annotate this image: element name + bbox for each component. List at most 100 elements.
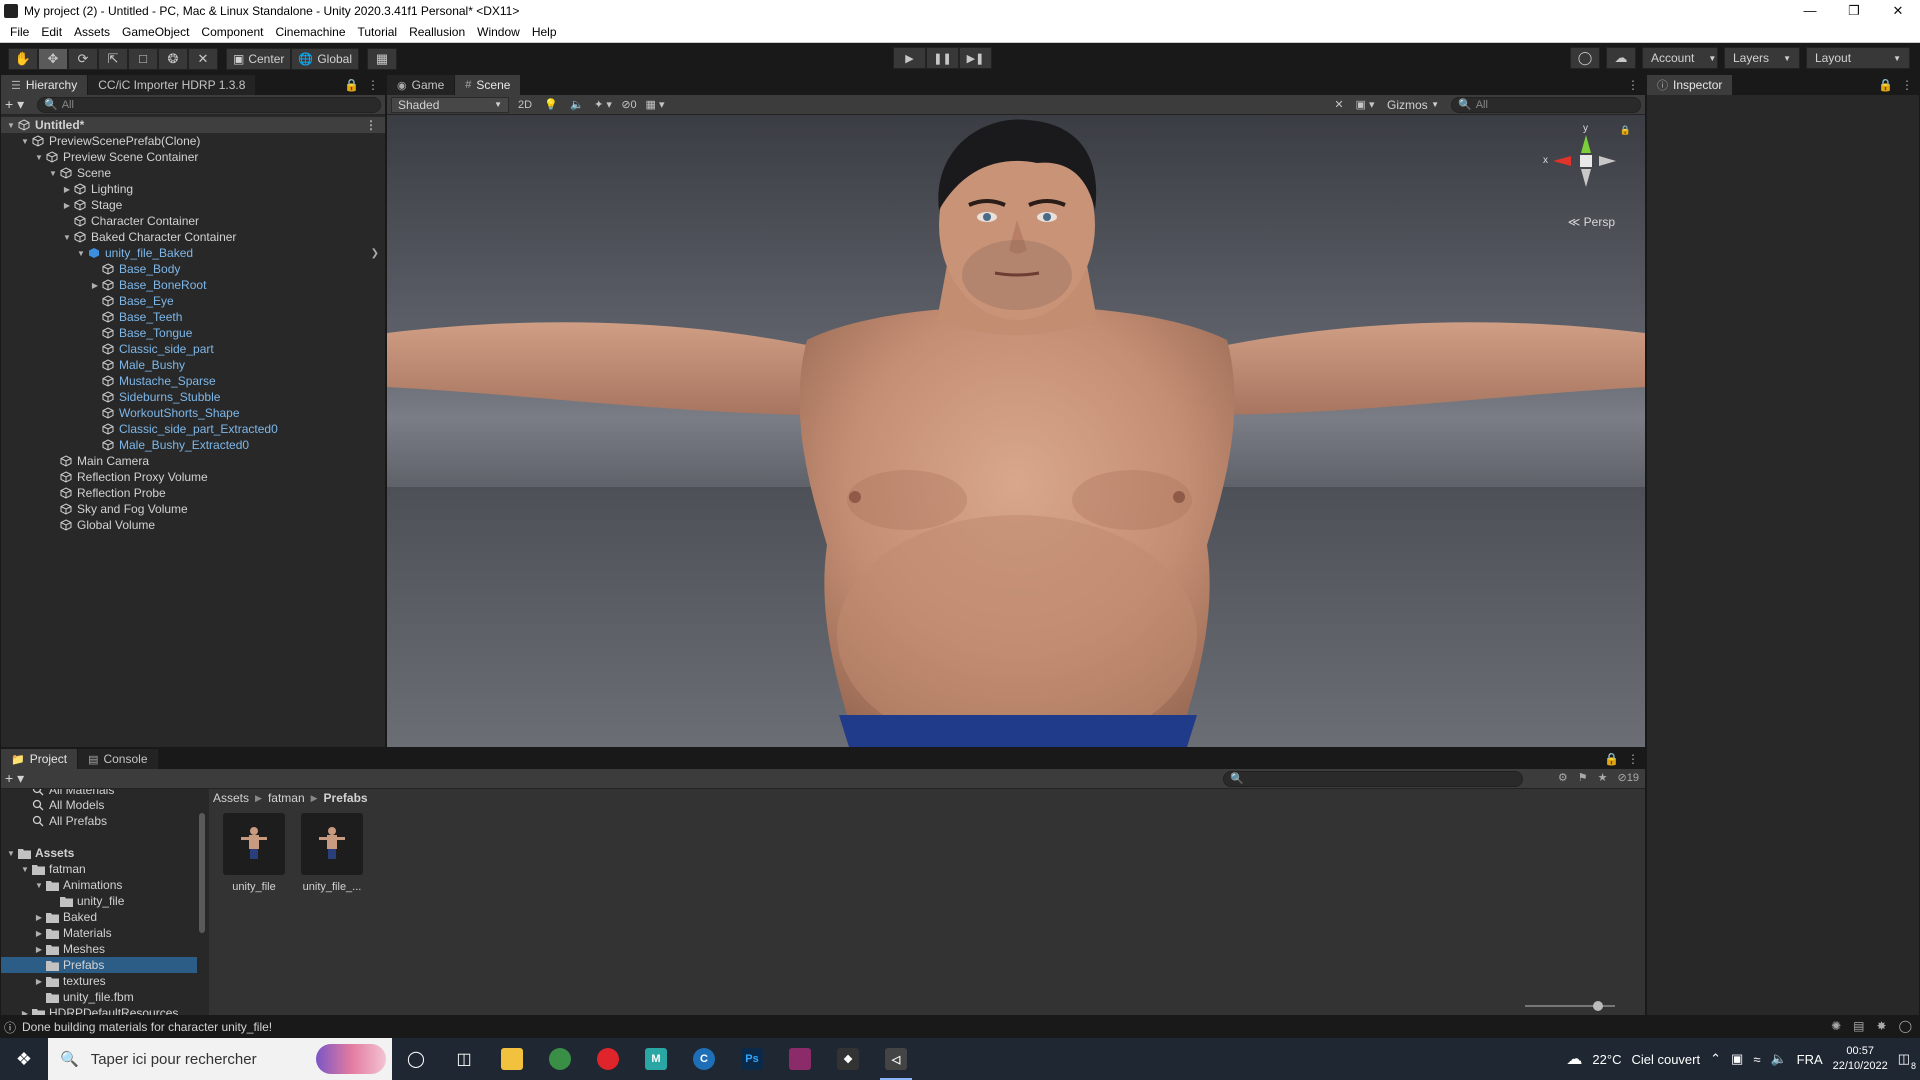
cloud-icon[interactable]: ☁ [1606, 47, 1636, 69]
chrome-icon[interactable] [536, 1038, 584, 1080]
maya-icon[interactable]: M [632, 1038, 680, 1080]
kebab-menu-icon[interactable]: ⋮ [1901, 78, 1913, 92]
hierarchy-row[interactable]: Reflection Proxy Volume [1, 469, 385, 485]
hierarchy-row[interactable]: ▼ Untitled* ⋮ [1, 117, 385, 133]
restore-button[interactable]: ❐ [1832, 0, 1876, 22]
transform-tool-icon[interactable]: ❂ [158, 47, 188, 70]
hierarchy-row[interactable]: Sky and Fog Volume [1, 501, 385, 517]
tab-project[interactable]: 📁 Project [1, 749, 79, 769]
menu-file[interactable]: File [4, 25, 35, 39]
scene-search-input[interactable]: 🔍 All [1451, 96, 1641, 113]
wifi-icon[interactable]: ≈ [1753, 1052, 1760, 1067]
hand-tool-icon[interactable]: ✋ [8, 47, 38, 70]
weather-icon[interactable]: ☁ [1566, 1049, 1582, 1069]
lock-icon[interactable]: 🔒 [1620, 125, 1631, 136]
opera-icon[interactable] [584, 1038, 632, 1080]
hierarchy-row[interactable]: ▶ Stage [1, 197, 385, 213]
kebab-menu-icon[interactable]: ⋮ [365, 118, 377, 132]
menu-help[interactable]: Help [526, 25, 563, 39]
menu-reallusion[interactable]: Reallusion [403, 25, 471, 39]
menu-gameobject[interactable]: GameObject [116, 25, 195, 39]
shading-mode-dropdown[interactable]: Shaded ▼ [391, 96, 509, 113]
rotate-tool-icon[interactable]: ⟳ [68, 47, 98, 70]
hierarchy-row[interactable]: Base_Tongue [1, 325, 385, 341]
chevron-down-icon[interactable]: ▼ [5, 121, 17, 130]
close-button[interactable]: ✕ [1876, 0, 1920, 22]
hierarchy-row[interactable]: ▼ PreviewScenePrefab(Clone) [1, 133, 385, 149]
rect-tool-icon[interactable]: □ [128, 47, 158, 70]
breadcrumb-prefabs[interactable]: Prefabs [324, 791, 368, 805]
unity-editor-icon[interactable]: ◁ [872, 1038, 920, 1080]
lighting-toggle-icon[interactable]: 💡 [541, 97, 561, 113]
tab-console[interactable]: ▤ Console [78, 749, 159, 769]
grid-snap-icon[interactable]: ▦ [367, 47, 398, 70]
windows-start-button[interactable]: ❖ [0, 1038, 48, 1080]
folder-item[interactable]: ▼ Assets [1, 845, 197, 861]
weather-temp[interactable]: 22°C [1592, 1052, 1621, 1067]
hierarchy-row[interactable]: ▼ Preview Scene Container [1, 149, 385, 165]
lock-icon[interactable]: 🔒 [1878, 78, 1893, 92]
hierarchy-row[interactable]: Main Camera [1, 453, 385, 469]
step-button[interactable]: ▶❚ [959, 47, 992, 69]
minimize-button[interactable]: — [1788, 0, 1832, 22]
folder-item[interactable]: unity_file [1, 893, 197, 909]
chevron-down-icon[interactable]: ▼ [19, 865, 31, 874]
auto-generate-icon[interactable]: ◯ [1899, 1019, 1912, 1033]
asset-item[interactable]: unity_file_... [301, 813, 363, 893]
chevron-right-icon[interactable]: ▶ [19, 1009, 31, 1016]
hierarchy-row[interactable]: Reflection Probe [1, 485, 385, 501]
asset-item[interactable]: unity_file [223, 813, 285, 893]
grid-toggle-icon[interactable]: ▦ ▾ [645, 97, 665, 113]
project-search-input[interactable]: 🔍 [1223, 771, 1523, 787]
chevron-right-icon[interactable]: ❯ [371, 248, 379, 259]
chevron-right-icon[interactable]: ▶ [33, 977, 45, 986]
orientation-gizmo[interactable]: y x 🔒 [1541, 123, 1631, 213]
hierarchy-row[interactable]: ▶ Base_BoneRoot [1, 277, 385, 293]
folder-item[interactable]: ▶ Baked [1, 909, 197, 925]
status-message[interactable]: Done building materials for character un… [22, 1020, 272, 1034]
menu-assets[interactable]: Assets [68, 25, 116, 39]
favorites-star-icon[interactable]: ★ [1598, 771, 1608, 784]
pause-button[interactable]: ❚❚ [926, 47, 959, 69]
search-by-label-icon[interactable]: ⚑ [1578, 771, 1588, 784]
hierarchy-row[interactable]: Character Container [1, 213, 385, 229]
chevron-right-icon[interactable]: ▶ [33, 913, 45, 922]
gizmos-dropdown[interactable]: Gizmos ▼ [1381, 97, 1445, 113]
lock-icon[interactable]: 🔒 [344, 78, 359, 92]
chevron-down-icon[interactable]: ▼ [75, 249, 87, 258]
menu-tutorial[interactable]: Tutorial [352, 25, 404, 39]
play-button[interactable]: ▶ [893, 47, 926, 69]
device-icon[interactable]: ▣ [1731, 1051, 1743, 1067]
tab-game[interactable]: ◉ Game [387, 75, 456, 95]
hierarchy-row[interactable]: Base_Teeth [1, 309, 385, 325]
file-explorer-icon[interactable] [488, 1038, 536, 1080]
chevron-right-icon[interactable]: ▶ [33, 945, 45, 954]
saved-search-item[interactable]: All Prefabs [1, 813, 197, 829]
kebab-menu-icon[interactable]: ⋮ [367, 78, 379, 92]
hierarchy-row[interactable]: Base_Eye [1, 293, 385, 309]
chevron-right-icon[interactable]: ▶ [61, 185, 73, 194]
scene-viewport[interactable]: y x 🔒 ≪ Persp [387, 115, 1645, 747]
language-indicator[interactable]: FRA [1797, 1052, 1823, 1067]
chevron-down-icon[interactable]: ▼ [33, 153, 45, 162]
taskbar-search-input[interactable]: 🔍 Taper ici pour rechercher [48, 1038, 392, 1080]
volume-icon[interactable]: 🔈 [1770, 1051, 1786, 1067]
thumbnail-size-slider[interactable] [1525, 1001, 1615, 1011]
hierarchy-row[interactable]: Classic_side_part [1, 341, 385, 357]
effects-toggle-icon[interactable]: ✦ ▾ [593, 97, 613, 113]
chevron-right-icon[interactable]: ▶ [33, 929, 45, 938]
collab-history-icon[interactable]: ◯ [1570, 47, 1600, 69]
layout-dropdown[interactable]: Layout ▼ [1806, 47, 1910, 69]
tools-icon[interactable]: ✕ [1329, 97, 1349, 113]
hierarchy-row[interactable]: ▼ Baked Character Container [1, 229, 385, 245]
tab-hierarchy[interactable]: ☰ Hierarchy [1, 75, 89, 95]
create-dropdown[interactable]: + ▾ [5, 770, 31, 787]
hierarchy-row[interactable]: ▼ unity_file_Baked ❯ [1, 245, 385, 261]
saved-search-item[interactable]: All Materials [1, 789, 197, 797]
hierarchy-row[interactable]: WorkoutShorts_Shape [1, 405, 385, 421]
kebab-menu-icon[interactable]: ⋮ [1627, 78, 1639, 92]
hierarchy-row[interactable]: Male_Bushy_Extracted0 [1, 437, 385, 453]
projection-toggle[interactable]: ≪ Persp [1568, 215, 1615, 229]
debug-icon[interactable]: ✸ [1877, 1019, 1887, 1033]
photoshop-icon[interactable]: Ps [728, 1038, 776, 1080]
